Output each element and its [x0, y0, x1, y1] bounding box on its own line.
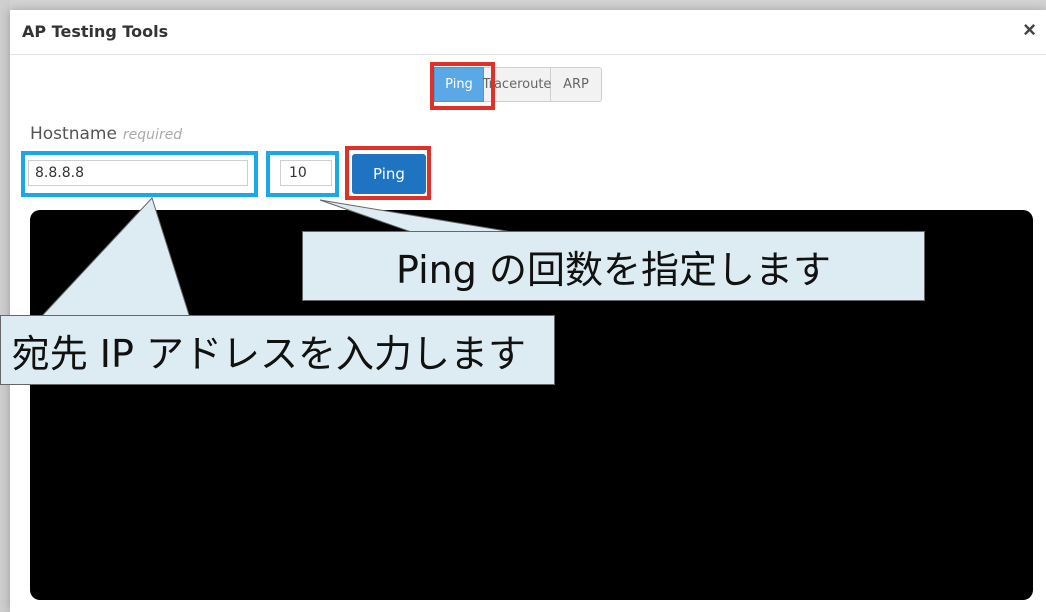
- hostname-label: Hostname required: [30, 124, 182, 144]
- ping-button[interactable]: Ping: [352, 154, 426, 194]
- required-hint: required: [122, 127, 183, 143]
- tab-arp[interactable]: ARP: [551, 67, 602, 102]
- hostname-input[interactable]: [28, 160, 248, 186]
- background-sidebar: [0, 0, 10, 612]
- tab-traceroute[interactable]: Traceroute: [483, 67, 551, 102]
- hostname-label-text: Hostname: [30, 124, 117, 144]
- dialog-titlebar: AP Testing Tools ×: [10, 10, 1046, 55]
- count-callout: Ping の回数を指定します: [302, 231, 925, 301]
- hostname-callout: 宛先 IP アドレスを入力します: [0, 315, 555, 385]
- tab-ping[interactable]: Ping: [434, 67, 484, 102]
- tool-tabs: Ping Traceroute ARP: [434, 67, 602, 102]
- ap-testing-tools-dialog: AP Testing Tools × Ping Traceroute ARP H…: [10, 10, 1046, 612]
- close-icon[interactable]: ×: [1023, 19, 1036, 41]
- ping-count-input[interactable]: [280, 160, 332, 186]
- dialog-title: AP Testing Tools: [22, 22, 169, 41]
- hostname-callout-text: 宛先 IP アドレスを入力します: [11, 331, 526, 376]
- count-callout-text: Ping の回数を指定します: [396, 247, 831, 292]
